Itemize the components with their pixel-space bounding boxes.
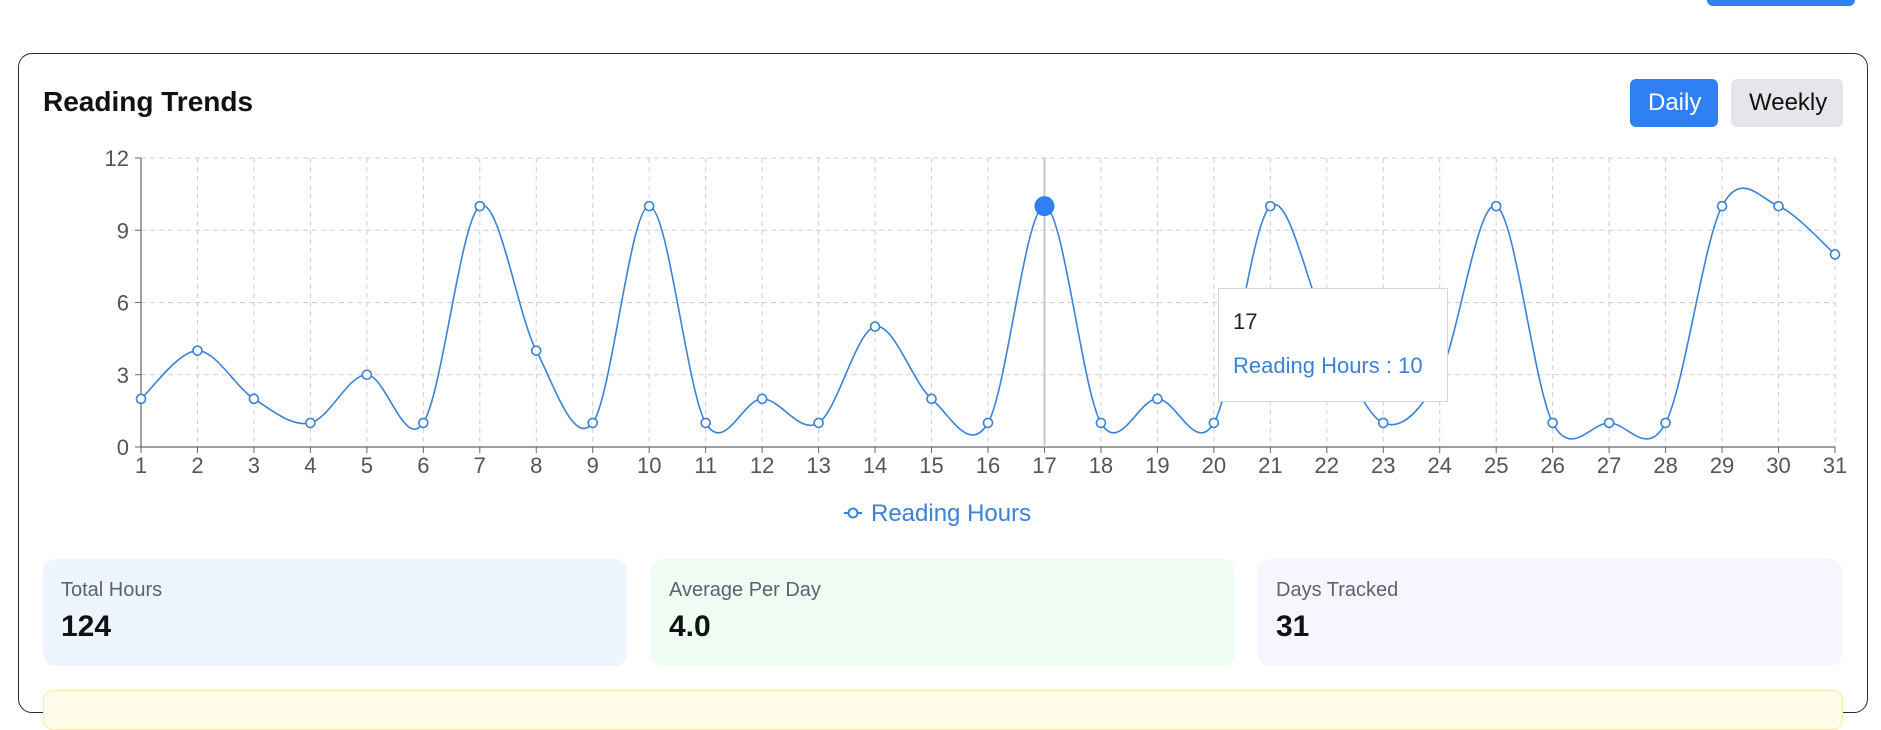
stat-value: 124 [61,610,112,643]
data-point[interactable] [361,369,373,381]
notice-banner [43,690,1843,730]
y-tick-label: 9 [117,218,129,243]
data-point[interactable] [135,393,147,405]
x-tick-label: 4 [304,453,316,478]
data-point[interactable] [1265,200,1276,212]
x-tick-label: 13 [806,453,830,478]
reading-hours-chart: 036912 1 2 3 4 5 6 7 8 9 10 11 12 13 14 15 16 17 18 19 20 21… [105,146,1848,527]
data-point[interactable] [1829,249,1841,260]
stat-value: 31 [1276,610,1310,643]
data-point[interactable] [248,393,260,405]
data-point[interactable] [1660,417,1671,429]
data-point[interactable] [1716,200,1728,212]
data-point[interactable] [474,200,486,212]
x-tick-label: 14 [863,453,887,478]
x-tick-label: 18 [1089,453,1113,478]
x-tick-label: 6 [417,453,429,478]
data-point[interactable] [756,393,768,405]
data-point[interactable] [418,417,429,429]
data-point[interactable] [1095,417,1107,429]
data-point[interactable] [1152,393,1163,405]
data-point[interactable] [926,393,937,405]
x-tick-label: 30 [1766,453,1790,478]
stat-label: Days Tracked [1276,579,1399,601]
data-point[interactable] [587,417,599,429]
chart-tooltip: 17 Reading Hours : 10 [1218,288,1448,402]
data-point[interactable] [1603,417,1615,429]
reading-trends-card: Reading Trends Daily Weekly 0 3 6 9 12 12345… [18,53,1868,730]
data-point[interactable] [982,417,994,429]
data-point[interactable] [192,345,203,356]
y-tick-label: 0 [117,435,129,460]
x-tick-label: 15 [919,453,943,478]
x-tick-label: 31 [1823,453,1847,478]
y-tick-label: 6 [117,291,129,316]
y-tick-label: 3 [117,363,129,388]
x-tick-label: 21 [1258,453,1282,478]
x-tick-label: 1 [135,453,147,478]
data-point[interactable] [1547,417,1558,429]
x-tick-label: 28 [1653,453,1677,478]
data-point[interactable] [305,417,316,429]
stat-label: Average Per Day [669,579,821,601]
x-tick-label: 26 [1540,453,1564,478]
data-point[interactable] [1490,200,1502,212]
x-tick-label: 16 [976,453,1000,478]
legend-label: Reading Hours [871,500,1031,527]
data-point-active[interactable] [1034,196,1055,217]
data-point[interactable] [530,345,542,356]
x-tick-label: 20 [1202,453,1226,478]
x-tick-label: 17 [1032,453,1056,478]
x-tick-label: 29 [1710,453,1734,478]
stat-total-hours: Total Hours 124 [43,559,627,666]
x-tick-label: 10 [637,453,661,478]
data-point[interactable] [1773,200,1784,212]
stat-value: 4.0 [669,610,711,643]
x-tick-label: 22 [1315,453,1339,478]
x-axis-ticks: 1 2 3 4 5 6 7 8 9 10 11 12 13 14 15 16 17 18 19 20 21 22 23 24 2… [135,447,1847,478]
data-point[interactable] [700,417,711,429]
x-tick-label: 23 [1371,453,1395,478]
data-point[interactable] [813,417,824,429]
x-tick-label: 24 [1427,453,1451,478]
x-tick-label: 8 [530,453,542,478]
tooltip-label: 17 [1233,309,1258,334]
x-tick-label: 12 [750,453,774,478]
x-tick-label: 5 [361,453,373,478]
y-tick-label: 12 [105,146,129,171]
x-tick-label: 2 [191,453,203,478]
stat-label: Total Hours [61,579,163,601]
x-tick-label: 11 [694,453,717,478]
chart-grid [140,157,1836,448]
x-tick-label: 27 [1597,453,1621,478]
x-tick-label: 9 [587,453,599,478]
top-action-button[interactable] [1707,0,1855,6]
stat-average-per-day: Average Per Day 4.0 [651,559,1235,666]
x-tick-label: 25 [1484,453,1508,478]
stat-days-tracked: Days Tracked 31 [1258,559,1842,666]
x-tick-label: 19 [1145,453,1169,478]
y-axis-ticks: 0 3 6 9 12 [105,146,141,460]
tooltip-value: Reading Hours : 10 [1233,353,1423,378]
chart-legend[interactable]: Reading Hours [844,500,1031,527]
x-tick-label: 3 [248,453,260,478]
x-tick-label: 7 [474,453,486,478]
data-point[interactable] [643,200,655,212]
data-point[interactable] [869,321,881,332]
data-point[interactable] [1377,417,1389,429]
legend-marker-icon [847,507,859,519]
data-point[interactable] [1208,417,1220,429]
